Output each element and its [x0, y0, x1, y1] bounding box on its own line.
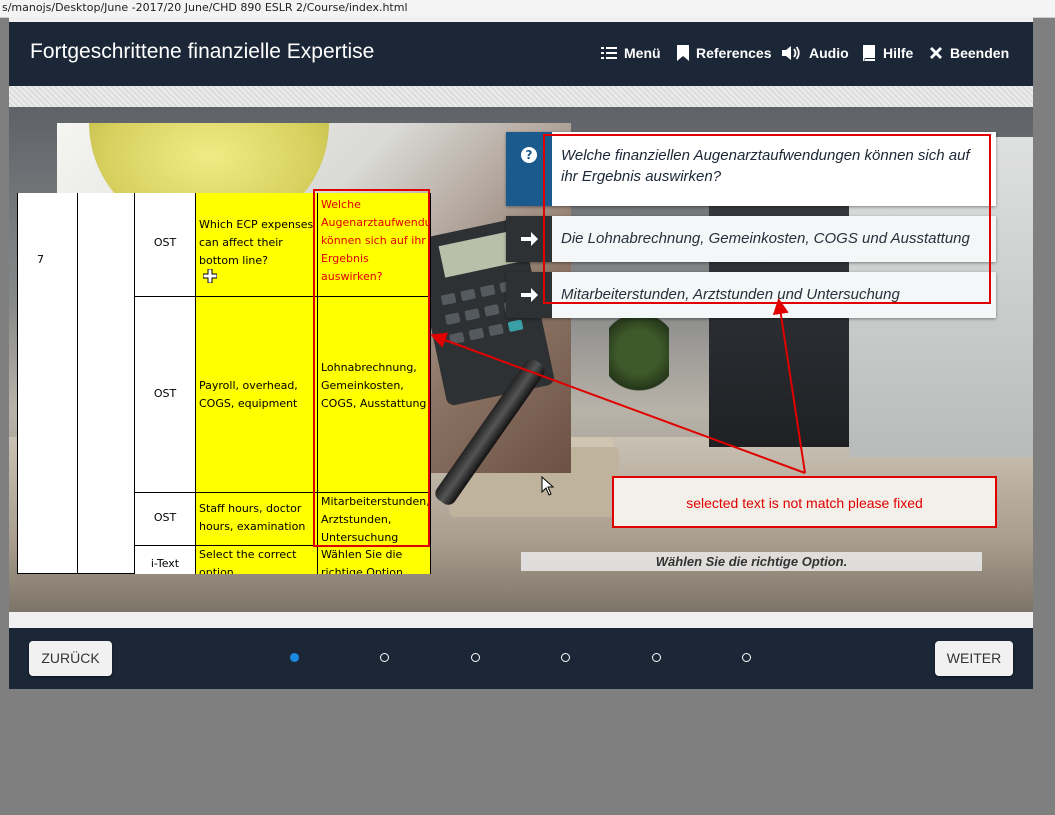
back-button[interactable]: ZURÜCK: [29, 641, 112, 676]
annotation-arrow-to-table: [430, 332, 806, 474]
page-dot-2[interactable]: [380, 653, 389, 662]
page-dot-4[interactable]: [561, 653, 570, 662]
annotation-arrows: [430, 298, 806, 474]
course-footer: [9, 628, 1033, 689]
next-button[interactable]: WEITER: [935, 641, 1013, 676]
page-dot-1[interactable]: [290, 653, 299, 662]
page-dot-6[interactable]: [742, 653, 751, 662]
page-dot-3[interactable]: [471, 653, 480, 662]
annotation-arrow-to-option: [772, 298, 806, 474]
page-dot-5[interactable]: [652, 653, 661, 662]
mouse-pointer-icon: [541, 476, 555, 496]
